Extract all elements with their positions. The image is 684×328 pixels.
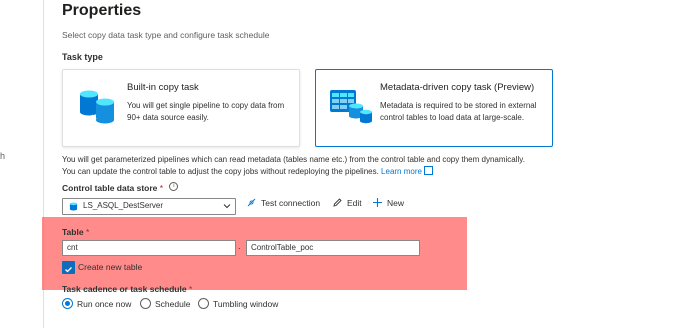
required-mark: * [188,284,193,294]
plug-icon [247,198,256,207]
test-connection-button[interactable]: Test connection [246,197,320,208]
checkmark-icon [65,267,72,273]
radio-label: Schedule [155,298,191,309]
task-type-label: Task type [62,52,103,62]
table-label-text: Table [62,227,84,237]
edit-button[interactable]: Edit [332,197,362,208]
table-label: Table * [62,227,89,237]
radio-schedule[interactable]: Schedule [140,298,190,309]
plus-icon [373,198,382,207]
radio-button[interactable] [198,298,209,309]
radio-tumbling-window[interactable]: Tumbling window [198,298,278,309]
new-button[interactable]: New [372,197,404,208]
builtin-copy-task-card[interactable]: Built-in copy task You will get single p… [62,69,300,147]
new-label: New [387,197,405,208]
control-store-label: Control table data store * i [62,182,179,193]
cadence-label-text: Task cadence or task schedule [62,284,187,294]
left-panel: h [0,0,44,328]
required-mark: * [85,227,90,237]
builtin-copy-icon [80,90,114,124]
info-icon[interactable]: i [169,182,179,192]
info-description: You will get parameterized pipelines whi… [62,155,525,176]
page-subtitle: Select copy data task type and configure… [62,30,270,40]
radio-button[interactable] [140,298,151,309]
control-store-label-text: Control table data store [62,183,158,193]
radio-label: Run once now [77,298,132,309]
card-description: You will get single pipeline to copy dat… [127,101,285,122]
required-mark: * [159,183,164,193]
truncated-left-text: h [0,151,6,161]
test-connection-label: Test connection [261,197,321,208]
metadata-driven-copy-task-card[interactable]: Metadata-driven copy task (Preview) Meta… [315,69,553,147]
page-title: Properties [62,2,142,19]
card-description: Metadata is required to be stored in ext… [380,101,537,122]
cadence-label: Task cadence or task schedule * [62,284,192,294]
sql-database-icon [69,202,78,211]
control-store-dropdown[interactable]: LS_ASQL_DestServer [62,198,236,215]
learn-more-link[interactable]: Learn more [381,167,422,176]
create-new-table-checkbox[interactable] [62,261,75,274]
pencil-icon [333,198,342,207]
edit-label: Edit [347,197,362,208]
external-link-icon[interactable] [423,166,433,176]
chevron-down-icon [223,204,231,209]
metadata-info-text: You will get parameterized pipelines whi… [62,154,532,178]
radio-button[interactable] [62,298,73,309]
dropdown-selected-value: LS_ASQL_DestServer [83,201,164,210]
radio-run-once-now[interactable]: Run once now [62,298,131,309]
create-new-table-label: Create new table [78,262,143,272]
metadata-copy-icon [330,90,372,124]
table-schema-input[interactable]: cnt [62,240,236,256]
schema-separator: . [238,241,241,251]
card-title: Metadata-driven copy task (Preview) [380,82,535,93]
card-title: Built-in copy task [127,82,199,93]
table-name-input[interactable]: ControlTable_poc [246,240,420,256]
radio-label: Tumbling window [213,298,279,309]
